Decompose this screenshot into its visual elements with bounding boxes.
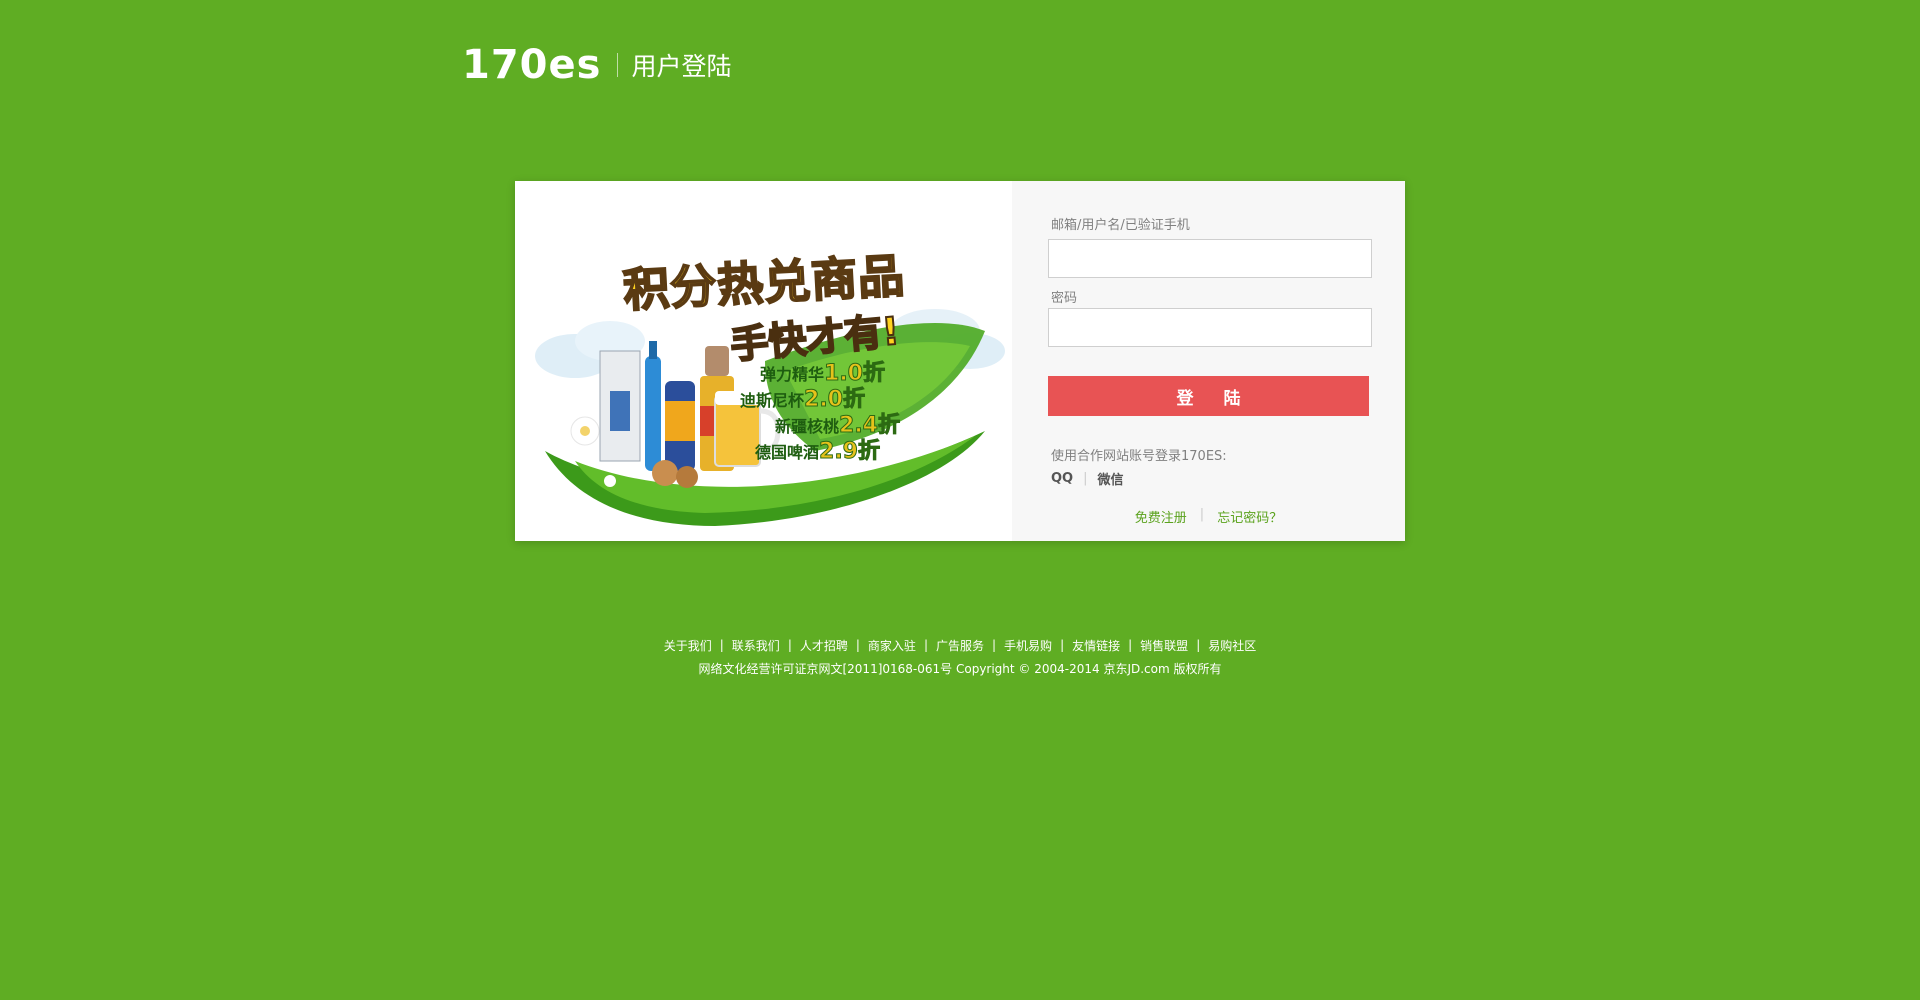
copyright-text: 网络文化经营许可证京网文[2011]0168-061号 Copyright © … — [698, 662, 1222, 676]
username-input[interactable] — [1048, 239, 1372, 278]
page-footer: 关于我们 | 联系我们 | 人才招聘 | 商家入驻 | 广告服务 | 手机易购 | 友情链接… — [0, 636, 1920, 677]
username-label: 邮箱/用户名/已验证手机 — [1051, 218, 1190, 233]
separator: | — [719, 638, 724, 652]
password-label: 密码 — [1051, 291, 1078, 306]
footer-link-affiliate[interactable]: 销售联盟 — [1140, 637, 1188, 654]
footer-link-ads[interactable]: 广告服务 — [936, 637, 984, 654]
footer-link-jobs[interactable]: 人才招聘 — [800, 637, 848, 654]
page-title: 用户登陆 — [631, 52, 732, 81]
separator: | — [1083, 471, 1088, 486]
footer-link-about[interactable]: 关于我们 — [664, 637, 712, 654]
separator: | — [1128, 638, 1133, 652]
page-header: 170es 用户登陆 — [462, 40, 731, 90]
footer-nav: 关于我们 | 联系我们 | 人才招聘 | 商家入驻 | 广告服务 | 手机易购 | 友情链接… — [0, 636, 1920, 654]
password-input[interactable] — [1048, 308, 1372, 347]
separator: | — [1199, 507, 1205, 522]
forgot-password-link[interactable]: 忘记密码？ — [1217, 507, 1282, 526]
promo-banner[interactable]: 积分热兑商品 手快才有! 弹力精华1.0折 迪斯尼杯2.0折 新疆核桃2.4折 … — [515, 181, 1012, 541]
footer-link-friends[interactable]: 友情链接 — [1072, 637, 1120, 654]
login-card: 积分热兑商品 手快才有! 弹力精华1.0折 迪斯尼杯2.0折 新疆核桃2.4折 … — [515, 181, 1405, 541]
site-logo[interactable]: 170es — [462, 42, 601, 88]
header-divider — [617, 53, 619, 77]
separator: | — [992, 638, 997, 652]
footer-link-merchants[interactable]: 商家入驻 — [868, 637, 916, 654]
qq-login-link[interactable]: QQ — [1051, 471, 1073, 486]
account-links: 免费注册 | 忘记密码？ — [1012, 507, 1405, 526]
promo-offer-name: 德国啤酒 — [755, 443, 820, 462]
login-button[interactable]: 登 陆 — [1048, 376, 1369, 416]
wechat-login-link[interactable]: 微信 — [1098, 469, 1124, 488]
promo-offer-4: 德国啤酒2.9折 — [755, 433, 880, 465]
separator: | — [923, 638, 928, 652]
footer-link-community[interactable]: 易购社区 — [1208, 637, 1256, 654]
footer-link-mobile[interactable]: 手机易购 — [1004, 637, 1052, 654]
register-link[interactable]: 免费注册 — [1135, 507, 1187, 526]
partner-login-text: 使用合作网站账号登录170ES: — [1051, 449, 1227, 464]
login-form: 邮箱/用户名/已验证手机 密码 登 陆 使用合作网站账号登录170ES: QQ … — [1012, 181, 1405, 541]
separator: | — [855, 638, 860, 652]
separator: | — [787, 638, 792, 652]
separator: | — [1196, 638, 1201, 652]
promo-offer-discount: 2.9折 — [819, 439, 881, 465]
footer-link-contact[interactable]: 联系我们 — [732, 637, 780, 654]
partner-login-links: QQ | 微信 — [1051, 469, 1124, 488]
separator: | — [1060, 638, 1065, 652]
